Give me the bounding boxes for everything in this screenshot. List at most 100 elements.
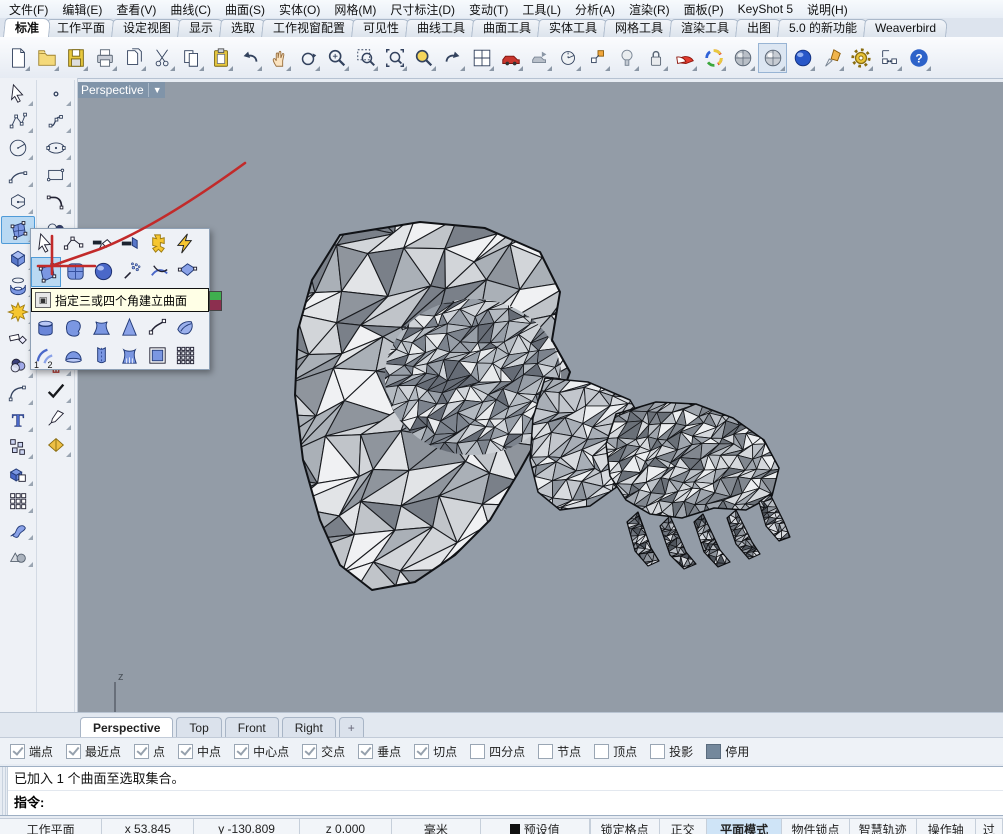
checkbox-icon[interactable]	[178, 744, 193, 759]
popup-blob-surface-button[interactable]	[59, 313, 87, 341]
osnap-10[interactable]: 顶点	[594, 743, 637, 760]
command-area-grip[interactable]	[0, 767, 8, 815]
help-button[interactable]: ?	[905, 44, 932, 72]
twist-button[interactable]	[2, 515, 34, 541]
status-11[interactable]: 操作轴	[917, 819, 976, 834]
toolbar-tab-4[interactable]: 选取	[219, 19, 267, 37]
osnap-8[interactable]: 四分点	[470, 743, 525, 760]
arc-button[interactable]	[2, 162, 34, 188]
toolbar-tab-5[interactable]: 工作视窗配置	[261, 19, 357, 37]
osnap-4[interactable]: 中心点	[234, 743, 289, 760]
status-7[interactable]: 正交	[660, 819, 707, 834]
menu-item-5[interactable]: 实体(O)	[272, 0, 327, 19]
point-edit-button[interactable]	[584, 44, 611, 72]
render-color-button[interactable]	[700, 44, 727, 72]
menu-item-8[interactable]: 变动(T)	[462, 0, 515, 19]
rotate-view-button[interactable]	[294, 44, 321, 72]
paste-button[interactable]	[207, 44, 234, 72]
popup-drape-spiky-button[interactable]	[115, 341, 143, 369]
check-validate-button[interactable]	[40, 378, 72, 404]
copy-page-button[interactable]	[120, 44, 147, 72]
viewport-tab-perspective[interactable]: Perspective	[80, 717, 173, 738]
popup-sphere-button[interactable]	[89, 257, 117, 285]
status-8[interactable]: 平面模式	[707, 819, 783, 834]
checkbox-icon[interactable]	[10, 744, 25, 759]
boolean-union-button[interactable]	[2, 461, 34, 487]
popup-cone-surface-button[interactable]	[115, 313, 143, 341]
dimension-button[interactable]	[876, 44, 903, 72]
show-edges-button[interactable]	[40, 405, 72, 431]
menu-item-14[interactable]: 说明(H)	[800, 0, 855, 19]
osnap-3[interactable]: 中点	[178, 743, 221, 760]
text-button[interactable]: T	[2, 407, 34, 433]
options-gear-button[interactable]	[847, 44, 874, 72]
rectangle-button[interactable]	[40, 162, 72, 188]
ellipse-button[interactable]	[40, 135, 72, 161]
popup-dome-button[interactable]	[59, 341, 87, 369]
flat-shade-button[interactable]	[818, 44, 845, 72]
chevron-down-icon[interactable]: ▼	[153, 85, 162, 95]
lock-button[interactable]	[642, 44, 669, 72]
viewport-tab-front[interactable]: Front	[225, 717, 279, 738]
show-objects-button[interactable]	[497, 44, 524, 72]
toolbar-tab-7[interactable]: 曲线工具	[405, 19, 477, 37]
zoom-extents-button[interactable]	[381, 44, 408, 72]
menu-item-6[interactable]: 网格(M)	[327, 0, 383, 19]
toolbar-tab-3[interactable]: 显示	[177, 19, 225, 37]
save-button[interactable]	[62, 44, 89, 72]
lamp-button[interactable]	[613, 44, 640, 72]
popup-surface-3-4-corners-button[interactable]	[31, 257, 61, 287]
shaded-viewport-button[interactable]	[671, 44, 698, 72]
viewport-tab-right[interactable]: Right	[282, 717, 336, 738]
toolbar-tab-12[interactable]: 出图	[735, 19, 783, 37]
ghosted-mode-button[interactable]	[758, 43, 787, 73]
control-point-curve-button[interactable]	[2, 108, 34, 134]
popup-spray-button[interactable]	[117, 257, 145, 285]
menu-item-9[interactable]: 工具(L)	[515, 0, 568, 19]
viewport-title-dropdown[interactable]: Perspective ▼	[78, 82, 165, 98]
popup-edge-surface-button[interactable]	[173, 257, 201, 285]
curve-blend-button[interactable]	[40, 189, 72, 215]
osnap-disable[interactable]: 停用	[706, 743, 749, 760]
popup-pointer-button[interactable]	[31, 229, 59, 257]
popup-plane-vertical-button[interactable]	[115, 229, 143, 257]
select-pointer-button[interactable]	[2, 81, 34, 107]
array-grid-button[interactable]	[2, 488, 34, 514]
popup-drape-button[interactable]	[87, 313, 115, 341]
curve-interpolate-button[interactable]	[40, 108, 72, 134]
command-prompt[interactable]: 指令:	[8, 791, 1003, 815]
copy-objects-button[interactable]	[2, 434, 34, 460]
checkbox-icon[interactable]	[234, 744, 249, 759]
popup-control-points-button[interactable]	[59, 229, 87, 257]
zoom-dynamic-button[interactable]	[323, 44, 350, 72]
popup-patch-button[interactable]	[61, 257, 89, 285]
popup-shell-button[interactable]	[171, 313, 199, 341]
menu-item-4[interactable]: 曲面(S)	[218, 0, 272, 19]
popup-extrude-button[interactable]	[87, 341, 115, 369]
perspective-viewport[interactable]: z x y Perspective ▼	[78, 82, 1003, 712]
osnap-0[interactable]: 端点	[10, 743, 53, 760]
curve-fillet-button[interactable]	[2, 380, 34, 406]
viewport-tab-top[interactable]: Top	[176, 717, 221, 738]
osnap-7[interactable]: 切点	[414, 743, 457, 760]
popup-sweep-1-2-button[interactable]: 1 2	[31, 341, 59, 369]
osnap-5[interactable]: 交点	[302, 743, 345, 760]
status-0[interactable]: 工作平面	[0, 819, 102, 834]
toolbar-tab-9[interactable]: 实体工具	[537, 19, 609, 37]
checkbox-icon[interactable]	[134, 744, 149, 759]
disable-checkbox-icon[interactable]	[706, 744, 721, 759]
osnap-2[interactable]: 点	[134, 743, 165, 760]
popup-lightning-button[interactable]	[171, 229, 199, 257]
toolbar-tab-10[interactable]: 网格工具	[603, 19, 675, 37]
toolbar-tab-11[interactable]: 渲染工具	[669, 19, 741, 37]
checkbox-icon[interactable]	[594, 744, 609, 759]
zoom-window-button[interactable]	[352, 44, 379, 72]
four-viewports-button[interactable]	[468, 44, 495, 72]
print-button[interactable]	[91, 44, 118, 72]
menu-item-11[interactable]: 渲染(R)	[622, 0, 677, 19]
osnap-1[interactable]: 最近点	[66, 743, 121, 760]
shaded-mode-button[interactable]	[729, 44, 756, 72]
rendered-mode-button[interactable]	[789, 44, 816, 72]
toolbar-tab-0[interactable]: 标准	[3, 18, 51, 37]
checkbox-icon[interactable]	[470, 744, 485, 759]
